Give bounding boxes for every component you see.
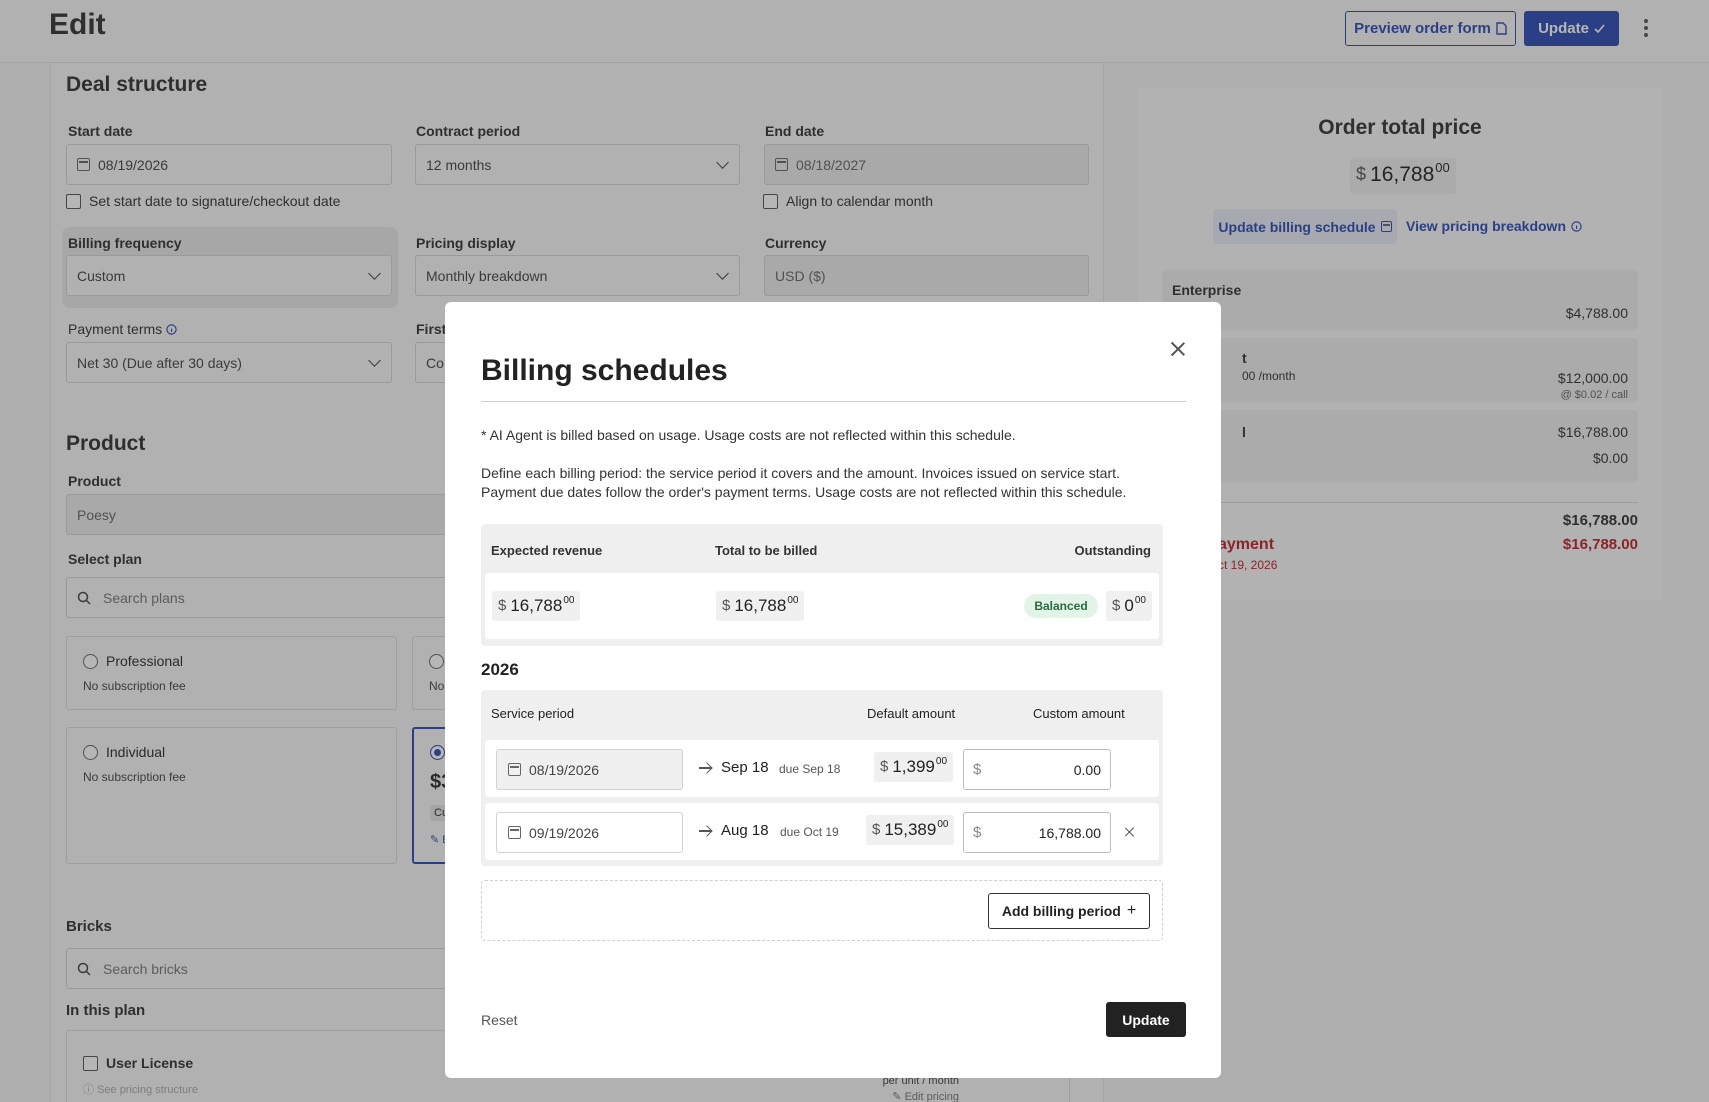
modal-update-button[interactable]: Update — [1106, 1002, 1186, 1037]
outstanding-label: Outstanding — [1074, 543, 1151, 558]
billing-schedules-modal: Billing schedules * AI Agent is billed b… — [445, 302, 1221, 1078]
expected-revenue-label: Expected revenue — [491, 543, 603, 558]
default-amount: $ 15,389 00 — [866, 815, 955, 845]
outstanding-amount: $ 0 00 — [1106, 591, 1152, 621]
arrow-right-icon — [699, 767, 711, 769]
period-end: Aug 18 — [721, 822, 769, 839]
revenue-summary: Expected revenue Total to be billed Outs… — [481, 524, 1163, 646]
default-amount: $ 1,399 00 — [874, 752, 954, 782]
description-line-2: Payment due dates follow the order's pay… — [481, 484, 1127, 500]
year-heading: 2026 — [481, 660, 519, 679]
billing-period-row: 09/19/2026 Aug 18 due Oct 19 $ 15,389 00 … — [485, 803, 1159, 860]
close-icon[interactable] — [1169, 340, 1187, 358]
modal-title: Billing schedules — [481, 354, 728, 387]
calendar-icon — [508, 763, 521, 776]
add-period-area: Add billing period + — [481, 880, 1163, 941]
custom-amount-input[interactable]: $ 16,788.00 — [963, 812, 1111, 853]
plus-icon: + — [1126, 902, 1137, 919]
add-billing-period-button[interactable]: Add billing period + — [988, 893, 1150, 929]
title-divider — [481, 401, 1186, 402]
period-end: Sep 18 — [721, 759, 769, 776]
billing-period-row: 08/19/2026 Sep 18 due Sep 18 $ 1,399 00 $… — [485, 740, 1159, 797]
default-amount-header: Default amount — [867, 706, 956, 721]
calendar-icon — [508, 826, 521, 839]
service-period-header: Service period — [491, 706, 575, 721]
period-start-field[interactable]: 09/19/2026 — [496, 812, 683, 853]
period-due: due Sep 18 — [779, 762, 841, 776]
custom-amount-header: Custom amount — [1033, 706, 1125, 721]
total-billed-label: Total to be billed — [715, 543, 818, 558]
reset-button[interactable]: Reset — [481, 1012, 518, 1028]
remove-period-icon[interactable] — [1125, 827, 1135, 837]
arrow-right-icon — [699, 830, 711, 832]
custom-amount-input[interactable]: $ 0.00 — [963, 749, 1111, 790]
period-due: due Oct 19 — [780, 825, 839, 839]
billing-periods-table: Service period Default amount Custom amo… — [481, 690, 1163, 866]
description-line-1: Define each billing period: the service … — [481, 465, 1120, 481]
period-start-field: 08/19/2026 — [496, 749, 683, 790]
expected-revenue-amount: $ 16,788 00 — [492, 591, 581, 621]
total-billed-amount: $ 16,788 00 — [716, 591, 805, 621]
usage-note: * AI Agent is billed based on usage. Usa… — [481, 427, 1016, 443]
balanced-badge: Balanced — [1024, 594, 1098, 618]
